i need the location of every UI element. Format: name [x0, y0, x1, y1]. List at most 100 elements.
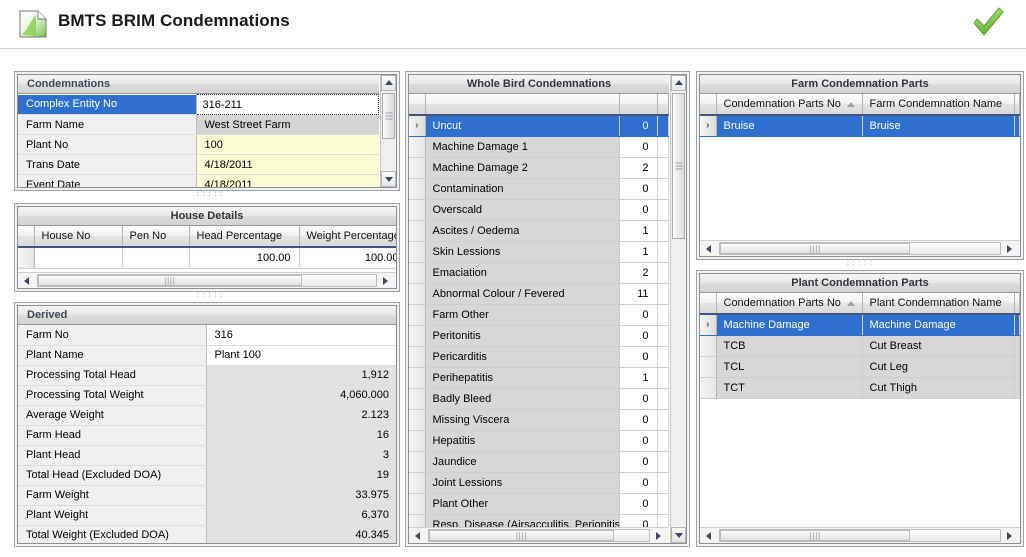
- property-value[interactable]: 4/18/2011: [196, 175, 379, 188]
- table-row[interactable]: ›Machine DamageMachine Damage: [700, 314, 1020, 335]
- row-indicator[interactable]: ›: [700, 115, 716, 136]
- table-row[interactable]: Badly Bleed0: [409, 388, 669, 409]
- table-row[interactable]: Peritonitis0: [409, 325, 669, 346]
- cell-head[interactable]: 1: [619, 220, 657, 241]
- cell-weight[interactable]: [657, 220, 669, 241]
- table-row[interactable]: TCLCut Leg: [700, 356, 1020, 377]
- row-indicator[interactable]: [409, 220, 425, 241]
- scroll-left-arrow-icon[interactable]: [701, 241, 718, 256]
- column-header[interactable]: Head Percentage: [189, 226, 299, 247]
- table-row[interactable]: Farm Other0: [409, 304, 669, 325]
- sort-ascending-icon[interactable]: [847, 102, 855, 107]
- property-value[interactable]: 100: [196, 135, 379, 155]
- cell-condemnation-name[interactable]: Skin Lessions: [425, 241, 619, 262]
- cell-weight[interactable]: [657, 451, 669, 472]
- table-row[interactable]: Ascites / Oedema1: [409, 220, 669, 241]
- cell-weight[interactable]: [657, 304, 669, 325]
- cell-farm-condemnation-name[interactable]: Bruise: [862, 115, 1014, 136]
- cell-head[interactable]: 0: [619, 493, 657, 514]
- cell-head[interactable]: 2: [619, 262, 657, 283]
- cell-house-no[interactable]: [34, 247, 122, 268]
- row-indicator[interactable]: [409, 409, 425, 430]
- cell-weight[interactable]: [657, 430, 669, 451]
- cell-condemnation-name[interactable]: Pericarditis: [425, 346, 619, 367]
- cell-condemnation-name[interactable]: Plant Other: [425, 493, 619, 514]
- column-header[interactable]: House No: [34, 226, 122, 247]
- property-row[interactable]: Complex Entity No316-211: [18, 95, 379, 115]
- cell-head[interactable]: 0: [619, 388, 657, 409]
- whole-bird-vertical-scrollbar[interactable]: [670, 75, 686, 543]
- cell-plant-condemnation-name[interactable]: Machine Damage: [862, 314, 1014, 335]
- row-indicator[interactable]: [409, 283, 425, 304]
- cell-head[interactable]: 0: [619, 136, 657, 157]
- cell-head[interactable]: 0: [619, 325, 657, 346]
- column-header[interactable]: Weight Percentage: [299, 226, 396, 247]
- cell-weight[interactable]: [657, 136, 669, 157]
- table-row[interactable]: Joint Lessions0: [409, 472, 669, 493]
- row-indicator[interactable]: ›: [409, 115, 425, 136]
- table-row[interactable]: TCBCut Breast: [700, 335, 1020, 356]
- row-indicator[interactable]: [700, 335, 716, 356]
- condemnations-vertical-scrollbar[interactable]: [380, 75, 396, 187]
- sort-ascending-icon[interactable]: [847, 301, 855, 306]
- cell-condemnation-name[interactable]: Uncut: [425, 115, 619, 136]
- row-indicator[interactable]: [409, 136, 425, 157]
- scroll-right-arrow-icon[interactable]: [1002, 241, 1019, 256]
- plant-parts-horizontal-scrollbar[interactable]: ||||: [700, 527, 1020, 543]
- scrollbar-thumb[interactable]: ||||: [38, 275, 302, 286]
- splitter-grip-icon[interactable]: :::::: [180, 192, 240, 198]
- cell-weight[interactable]: [657, 199, 669, 220]
- cell-condemnation-name[interactable]: Badly Bleed: [425, 388, 619, 409]
- table-row[interactable]: TCTCut Thigh: [700, 377, 1020, 398]
- row-indicator[interactable]: [409, 346, 425, 367]
- scroll-right-arrow-icon[interactable]: [1002, 528, 1019, 543]
- cell-condemnation-name[interactable]: Machine Damage 2: [425, 157, 619, 178]
- row-indicator[interactable]: [409, 430, 425, 451]
- house-details-grid[interactable]: House NoPen NoHead PercentageWeight Perc…: [18, 226, 396, 272]
- cell-plant-condemnation-name[interactable]: Cut Breast: [862, 335, 1014, 356]
- row-indicator[interactable]: [700, 377, 716, 398]
- row-indicator[interactable]: [409, 304, 425, 325]
- cell-weight[interactable]: [657, 178, 669, 199]
- row-indicator[interactable]: [409, 178, 425, 199]
- cell-weight[interactable]: [657, 367, 669, 388]
- cell-condemnation-name[interactable]: Contamination: [425, 178, 619, 199]
- table-row[interactable]: Perihepatitis1: [409, 367, 669, 388]
- splitter-grip-icon[interactable]: :::::: [180, 293, 240, 299]
- cell-head[interactable]: 0: [619, 409, 657, 430]
- cell-weight[interactable]: [657, 493, 669, 514]
- green-check-icon[interactable]: [968, 4, 1008, 42]
- cell-weight[interactable]: [657, 283, 669, 304]
- plant-parts-grid[interactable]: Condemnation Parts NoPlant Condemnation …: [700, 293, 1020, 518]
- cell-plant-condemnation-name[interactable]: Cut Leg: [862, 356, 1014, 377]
- cell-condemnation-name[interactable]: Jaundice: [425, 451, 619, 472]
- cell-head[interactable]: 0: [619, 514, 657, 527]
- scroll-right-arrow-icon[interactable]: [378, 273, 395, 288]
- cell-head[interactable]: 0: [619, 115, 657, 136]
- cell-condemnation-name[interactable]: Abnormal Colour / Fevered: [425, 283, 619, 304]
- property-value[interactable]: West Street Farm: [196, 115, 379, 135]
- cell-weight[interactable]: [657, 325, 669, 346]
- cell-head[interactable]: 0: [619, 178, 657, 199]
- column-header-condemnation-name[interactable]: [425, 94, 619, 115]
- row-indicator[interactable]: [409, 325, 425, 346]
- row-indicator[interactable]: [409, 472, 425, 493]
- house-details-horizontal-scrollbar[interactable]: ||||: [18, 272, 396, 288]
- cell-weight[interactable]: [657, 262, 669, 283]
- farm-parts-grid[interactable]: Condemnation Parts NoFarm Condemnation N…: [700, 94, 1020, 240]
- cell-head[interactable]: 1: [619, 367, 657, 388]
- row-indicator[interactable]: ›: [700, 314, 716, 335]
- row-indicator[interactable]: [409, 262, 425, 283]
- property-value[interactable]: 316-211: [196, 95, 379, 115]
- cell-head[interactable]: 0: [619, 451, 657, 472]
- farm-parts-horizontal-scrollbar[interactable]: ||||: [700, 240, 1020, 256]
- table-row[interactable]: Missing Viscera0: [409, 409, 669, 430]
- table-row[interactable]: ›BruiseBruise: [700, 115, 1020, 136]
- scroll-down-arrow-icon[interactable]: [381, 171, 396, 187]
- cell-weight[interactable]: [657, 409, 669, 430]
- row-indicator[interactable]: [700, 356, 716, 377]
- cell-condemnation-name[interactable]: Machine Damage 1: [425, 136, 619, 157]
- cell-parts-no[interactable]: TCL: [716, 356, 862, 377]
- cell-head[interactable]: 0: [619, 199, 657, 220]
- splitter-grip-icon[interactable]: :::::: [830, 261, 890, 267]
